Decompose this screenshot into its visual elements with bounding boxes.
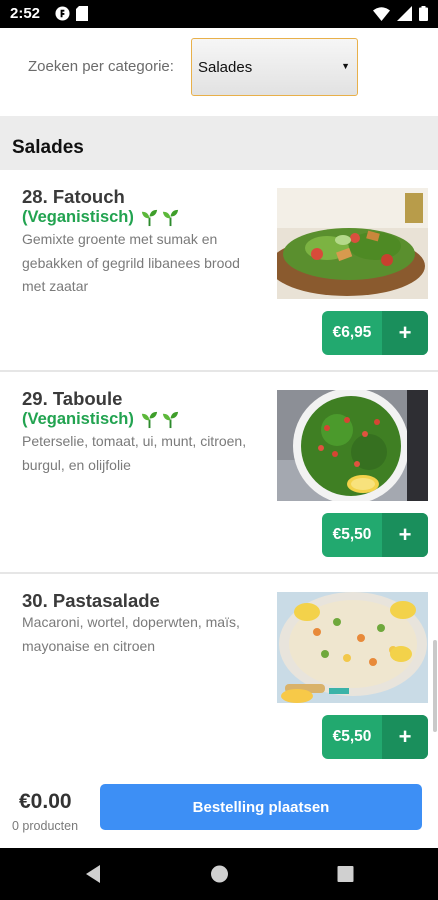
seedling-icon [140, 208, 180, 227]
signal-icon [397, 6, 412, 21]
item-description: Peterselie, tomaat, ui, munt, citroen, b… [22, 430, 270, 477]
add-to-cart-button[interactable]: €5,50 + [322, 513, 428, 557]
item-description-line: burgul, en olijfolie [22, 456, 131, 473]
section-header: Salades [0, 116, 438, 170]
vegan-tag-label: (Veganistisch) [22, 410, 134, 428]
plus-icon: + [382, 715, 428, 759]
menu-item-fatouch[interactable]: 28. Fatouch (Veganistisch) Gemixte groen… [0, 170, 438, 372]
item-description-line: mayonaise en citroen [22, 637, 156, 654]
status-time: 2:52 [10, 5, 41, 22]
item-description-line: gebakken of gegrild libanees brood [22, 254, 240, 271]
item-photo-pastasalade [277, 592, 428, 703]
menu-item-taboule[interactable]: 29. Taboule (Veganistisch) Peterselie, t… [0, 372, 438, 574]
item-title: 28. Fatouch [22, 186, 125, 207]
seedling-icon [140, 410, 180, 429]
back-icon[interactable] [84, 864, 102, 884]
item-description: Macaroni, wortel, doperwten, maïs, mayon… [22, 611, 270, 658]
item-description-line: Peterselie, tomaat, ui, munt, citroen, [22, 433, 247, 449]
sd-card-icon [76, 6, 88, 21]
vegan-tag: (Veganistisch) [22, 208, 180, 227]
item-photo-fatouch [277, 188, 428, 299]
add-to-cart-button[interactable]: €6,95 + [322, 311, 428, 355]
category-select-value: Salades [198, 59, 253, 76]
order-total: €0.00 [19, 790, 72, 813]
menu-item-pastasalade[interactable]: 30. Pastasalade Macaroni, wortel, doperw… [0, 574, 438, 760]
item-photo-taboule [277, 390, 428, 501]
item-description: Gemixte groente met sumak en gebakken of… [22, 228, 270, 299]
category-filter-label: Zoeken per categorie: [28, 58, 174, 75]
status-notification-icons [55, 6, 88, 21]
item-price: €5,50 [332, 728, 372, 745]
order-product-count: 0 producten [12, 819, 79, 833]
scrollbar[interactable] [433, 640, 437, 732]
vegan-tag: (Veganistisch) [22, 410, 180, 429]
app-notification-icon [55, 6, 70, 21]
menu-list[interactable]: 28. Fatouch (Veganistisch) Gemixte groen… [0, 170, 438, 760]
category-filter: Zoeken per categorie: Salades ▼ [0, 28, 438, 116]
battery-icon [419, 6, 428, 21]
vegan-tag-label: (Veganistisch) [22, 208, 134, 226]
item-title: 29. Taboule [22, 388, 123, 409]
place-order-button[interactable]: Bestelling plaatsen [100, 784, 422, 830]
item-title: 30. Pastasalade [22, 590, 160, 611]
chevron-down-icon: ▼ [341, 61, 350, 71]
plus-icon: + [382, 513, 428, 557]
plus-icon: + [382, 311, 428, 355]
navigation-bar [0, 848, 438, 900]
recents-icon[interactable] [337, 864, 354, 884]
order-bar: €0.00 0 producten Bestelling plaatsen [0, 760, 438, 848]
item-description-line: Macaroni, wortel, doperwten, maïs, [22, 614, 240, 630]
home-icon[interactable] [210, 864, 229, 884]
item-description-line: met zaatar [22, 278, 89, 294]
item-price: €6,95 [332, 324, 372, 341]
wifi-icon [373, 6, 390, 21]
category-select[interactable]: Salades ▼ [191, 38, 358, 96]
status-system-icons [373, 6, 428, 21]
item-description-line: Gemixte groente met sumak en [22, 231, 218, 247]
status-bar: 2:52 [0, 0, 438, 28]
item-price: €5,50 [332, 526, 372, 543]
section-title: Salades [12, 137, 84, 158]
add-to-cart-button[interactable]: €5,50 + [322, 715, 428, 759]
